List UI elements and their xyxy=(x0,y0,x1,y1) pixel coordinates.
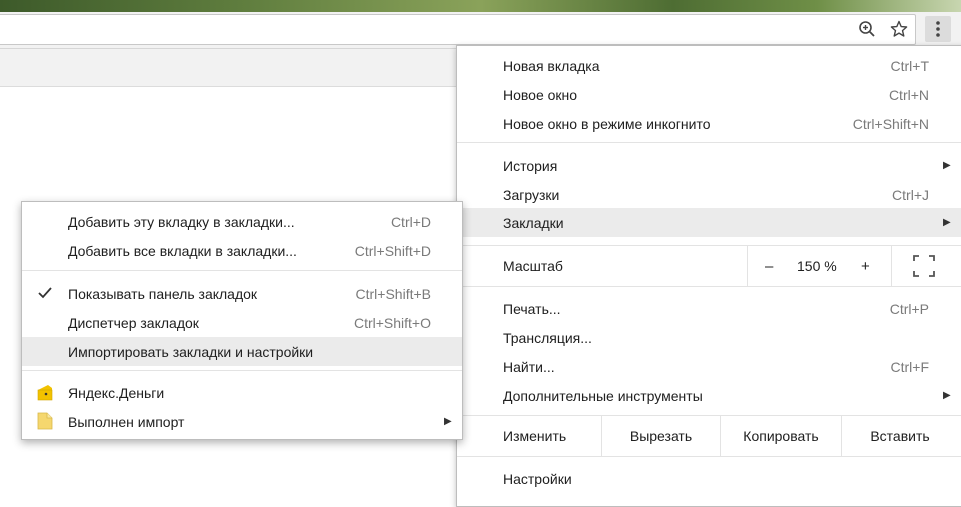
star-icon[interactable] xyxy=(889,19,909,39)
menu-item-label: Диспетчер закладок xyxy=(68,314,199,331)
zoom-value: 150 % xyxy=(797,258,837,274)
menu-item-label: Печать... xyxy=(503,300,561,317)
zoom-label: Масштаб xyxy=(503,258,563,274)
menu-item-label: История xyxy=(503,157,558,174)
submenu-item-add-tab[interactable]: Добавить эту вкладку в закладки... Ctrl+… xyxy=(22,207,462,236)
copy-button[interactable]: Копировать xyxy=(721,416,841,456)
bookmarks-submenu: Добавить эту вкладку в закладки... Ctrl+… xyxy=(21,201,463,440)
submenu-arrow-icon: ▶ xyxy=(444,416,452,427)
paste-button[interactable]: Вставить xyxy=(842,416,958,456)
submenu-item-imported[interactable]: Выполнен импорт ▶ xyxy=(22,407,462,436)
menu-item-find[interactable]: Найти... Ctrl+F xyxy=(457,352,961,381)
menu-separator xyxy=(22,370,462,371)
menu-item-label: Настройки xyxy=(503,470,572,487)
menu-item-shortcut: Ctrl+D xyxy=(390,213,431,230)
menu-item-label: Добавить все вкладки в закладки... xyxy=(68,242,297,259)
zoom-in-button[interactable]: + xyxy=(861,258,870,275)
kebab-menu-icon[interactable] xyxy=(925,16,951,42)
submenu-arrow-icon: ▶ xyxy=(943,390,951,401)
menu-item-shortcut: Ctrl+Shift+N xyxy=(852,115,929,132)
menu-item-shortcut: Ctrl+N xyxy=(888,86,929,103)
menu-item-downloads[interactable]: Загрузки Ctrl+J xyxy=(457,180,961,209)
submenu-item-show-bar[interactable]: Показывать панель закладок Ctrl+Shift+B xyxy=(22,279,462,308)
menu-item-label: Новая вкладка xyxy=(503,57,600,74)
menu-item-label: Добавить эту вкладку в закладки... xyxy=(68,213,295,230)
yandex-money-icon xyxy=(36,383,54,401)
menu-item-label: Закладки xyxy=(503,214,564,231)
submenu-arrow-icon: ▶ xyxy=(943,160,951,171)
divider xyxy=(747,246,748,286)
menu-item-incognito[interactable]: Новое окно в режиме инкогнито Ctrl+Shift… xyxy=(457,109,961,138)
edit-label: Изменить xyxy=(503,428,567,444)
menu-item-new-window[interactable]: Новое окно Ctrl+N xyxy=(457,80,961,109)
submenu-item-add-all[interactable]: Добавить все вкладки в закладки... Ctrl+… xyxy=(22,236,462,265)
main-menu: Новая вкладка Ctrl+T Новое окно Ctrl+N Н… xyxy=(456,45,961,507)
menu-item-label: Найти... xyxy=(503,358,555,375)
menu-item-shortcut: Ctrl+Shift+O xyxy=(353,314,431,331)
menu-item-shortcut: Ctrl+Shift+B xyxy=(355,285,431,302)
divider xyxy=(891,246,892,286)
menu-separator xyxy=(22,270,462,271)
menu-item-cast[interactable]: Трансляция... xyxy=(457,323,961,352)
window-top-strip xyxy=(0,0,961,12)
menu-item-shortcut: Ctrl+P xyxy=(889,300,929,317)
menu-item-shortcut: Ctrl+F xyxy=(890,358,930,375)
menu-item-shortcut: Ctrl+Shift+D xyxy=(354,242,431,259)
menu-item-label: Выполнен импорт xyxy=(68,413,185,430)
submenu-item-import[interactable]: Импортировать закладки и настройки xyxy=(22,337,462,366)
menu-item-shortcut: Ctrl+T xyxy=(890,57,930,74)
menu-item-new-tab[interactable]: Новая вкладка Ctrl+T xyxy=(457,51,961,80)
submenu-arrow-icon: ▶ xyxy=(943,217,951,228)
menu-item-print[interactable]: Печать... Ctrl+P xyxy=(457,294,961,323)
cut-button[interactable]: Вырезать xyxy=(602,416,720,456)
address-bar[interactable] xyxy=(0,14,916,45)
zoom-icon[interactable] xyxy=(857,19,877,39)
submenu-item-yandex-money[interactable]: Яндекс.Деньги xyxy=(22,378,462,407)
menu-item-label: Новое окно xyxy=(503,86,578,103)
menu-item-history[interactable]: История ▶ xyxy=(457,151,961,180)
menu-separator xyxy=(457,142,961,143)
menu-item-label: Показывать панель закладок xyxy=(68,285,258,302)
menu-item-label: Трансляция... xyxy=(503,329,592,346)
fullscreen-icon[interactable] xyxy=(913,255,935,277)
menu-item-bookmarks[interactable]: Закладки ▶ xyxy=(457,208,961,237)
folder-icon xyxy=(36,412,54,430)
browser-toolbar xyxy=(0,12,961,49)
menu-item-label: Импортировать закладки и настройки xyxy=(68,343,314,360)
menu-item-label: Дополнительные инструменты xyxy=(503,387,703,404)
menu-item-settings[interactable]: Настройки xyxy=(457,464,961,493)
submenu-item-manager[interactable]: Диспетчер закладок Ctrl+Shift+O xyxy=(22,308,462,337)
menu-item-shortcut: Ctrl+J xyxy=(892,186,929,203)
menu-item-label: Загрузки xyxy=(503,186,560,203)
menu-separator xyxy=(457,456,961,457)
zoom-out-button[interactable]: – xyxy=(765,258,773,275)
checkmark-icon xyxy=(36,284,54,302)
menu-item-label: Новое окно в режиме инкогнито xyxy=(503,115,711,132)
menu-item-label: Яндекс.Деньги xyxy=(68,384,165,401)
menu-row-zoom: Масштаб – 150 % + xyxy=(457,246,961,286)
menu-row-edit: Изменить Вырезать Копировать Вставить xyxy=(457,416,961,456)
menu-separator xyxy=(457,286,961,287)
menu-item-more-tools[interactable]: Дополнительные инструменты ▶ xyxy=(457,381,961,410)
